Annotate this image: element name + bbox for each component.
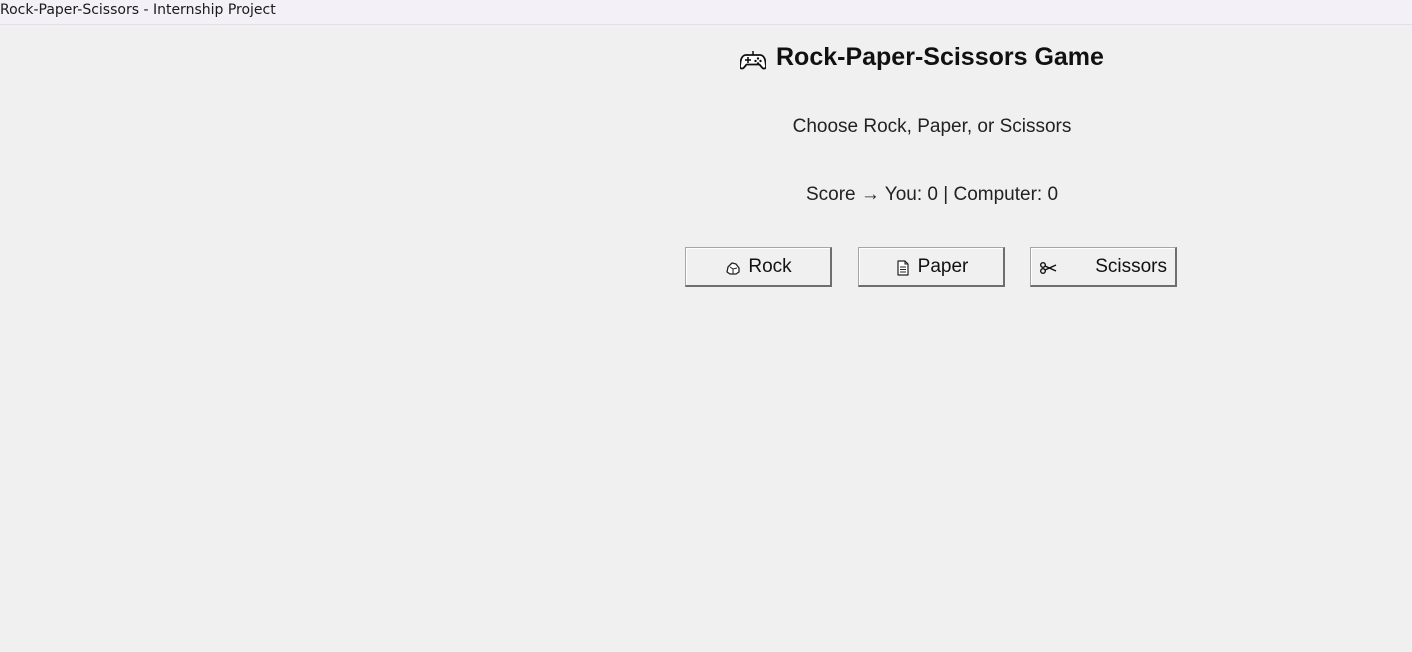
scissors-icon [1039,259,1057,277]
scissors-button-label: Scissors [1095,255,1167,277]
paper-button-label: Paper [917,255,969,277]
rock-button[interactable]: Rock [685,247,832,287]
window-titlebar: Rock-Paper-Scissors - Internship Project [0,0,1412,25]
game-title: Rock-Paper-Scissors Game [776,42,1104,71]
rock-icon [724,259,742,277]
instruction-label: Choose Rock, Paper, or Scissors [792,116,1072,137]
page-icon [894,259,912,277]
gamepad-icon [739,50,767,72]
paper-button[interactable]: Paper [858,247,1005,287]
window-title: Rock-Paper-Scissors - Internship Project [0,2,276,18]
rock-button-label: Rock [748,255,792,277]
game-heading: Rock-Paper-Scissors Game [739,40,1104,74]
score-label: Score → You: 0 | Computer: 0 [805,184,1059,205]
scissors-button[interactable]: Scissors [1030,247,1177,287]
game-panel: Rock-Paper-Scissors Game Choose Rock, Pa… [0,26,1412,652]
